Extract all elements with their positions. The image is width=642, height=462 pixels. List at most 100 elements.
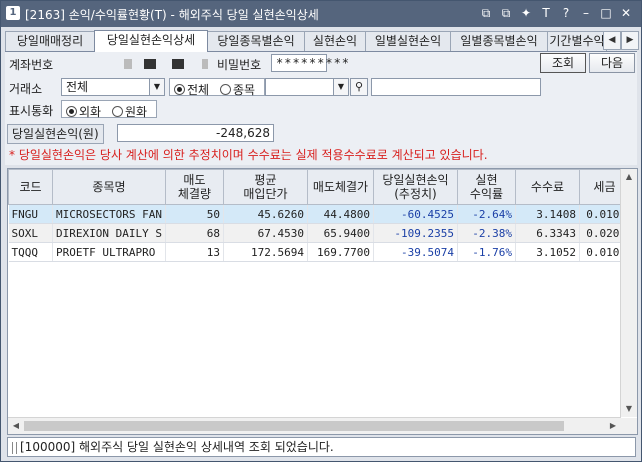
account-label: 계좌번호 — [9, 58, 54, 72]
scope-all-radio[interactable]: 전체 — [174, 81, 209, 98]
chevron-down-icon[interactable]: ▼ — [333, 79, 348, 95]
title-bar[interactable]: 1 [2163] 손익/수익률현황(T) - 해외주식 당일 실현손익상세 ⧉ … — [1, 1, 641, 27]
notice-text: * 당일실현손익은 당사 계산에 의한 추정치이며 수수료는 실제 적용수수료로… — [9, 148, 488, 162]
help-icon[interactable]: ? — [557, 4, 575, 22]
scroll-down-icon[interactable]: ▼ — [621, 401, 637, 417]
col-code[interactable]: 코드 — [8, 169, 53, 205]
window-title: [2163] 손익/수익률현황(T) - 해외주식 당일 실현손익상세 — [25, 8, 319, 22]
today-pnl-value: -248,628 — [117, 124, 274, 142]
exchange-select[interactable]: 전체 ▼ — [61, 78, 165, 96]
tab-daily-realized-detail[interactable]: 당일실현손익상세 — [94, 30, 208, 52]
table-row[interactable]: TQQQ PROETF ULTRAPRO 13 172.5694 169.770… — [8, 242, 630, 262]
cell-return: -1.76% — [457, 242, 516, 262]
tab-daily-symbol-pnl[interactable]: 당일종목별손익 — [207, 31, 305, 51]
cell-fee: 3.1408 — [515, 204, 580, 224]
currency-foreign-label: 외화 — [79, 105, 102, 119]
cell-name: MICROSECTORS FAN — [52, 204, 166, 224]
cell-sell-qty: 68 — [165, 223, 224, 243]
symbol-select[interactable]: ▼ — [265, 78, 349, 96]
tab-period-return[interactable]: 기간별수익 — [547, 31, 607, 51]
tab-daily-symbol-realized[interactable]: 일별종목별손익 — [450, 31, 548, 51]
password-field[interactable]: ********* — [271, 54, 349, 72]
tab-scroll-right-icon[interactable]: ▶ — [621, 31, 639, 50]
col-return[interactable]: 실현 수익률 — [456, 169, 516, 205]
cell-name: PROETF ULTRAPRO — [52, 242, 166, 262]
vertical-scrollbar[interactable]: ▲ ▼ — [620, 169, 637, 417]
query-button[interactable]: 조회 — [540, 53, 586, 73]
close-icon[interactable]: ✕ — [617, 4, 635, 22]
status-bar: [100000] 해외주식 당일 실현손익 상세내역 조회 되었습니다. — [7, 437, 636, 457]
horizontal-scrollbar[interactable]: ◀ ▶ — [8, 417, 621, 434]
status-message: [100000] 해외주식 당일 실현손익 상세내역 조회 되었습니다. — [20, 440, 334, 454]
cell-code: SOXL — [8, 223, 53, 243]
cell-sell-qty: 50 — [165, 204, 224, 224]
cell-sell-price: 44.4800 — [307, 204, 374, 224]
cell-realized-pnl: -109.2355 — [373, 223, 458, 243]
password-label: 비밀번호 — [217, 58, 262, 72]
radio-checked-icon — [66, 106, 77, 117]
scope-symbol-radio[interactable]: 종목 — [220, 81, 255, 98]
chevron-down-icon[interactable]: ▼ — [149, 79, 164, 95]
currency-radio-group: 외화 원화 — [61, 100, 157, 120]
cell-name: DIREXION DAILY S — [52, 223, 166, 243]
tab-scroll-left-icon[interactable]: ◀ — [603, 31, 621, 50]
col-fee[interactable]: 수수료 — [514, 169, 580, 205]
radio-unchecked-icon — [112, 106, 123, 117]
minimize-icon[interactable]: – — [577, 4, 595, 22]
scrollbar-corner — [621, 418, 637, 434]
copy-window-icon[interactable]: ⧉ — [497, 4, 515, 22]
col-avg-price[interactable]: 평균 매입단가 — [222, 169, 308, 205]
scope-all-label: 전체 — [187, 83, 210, 97]
horizontal-scroll-thumb[interactable] — [24, 421, 564, 431]
scroll-up-icon[interactable]: ▲ — [621, 169, 637, 185]
cell-code: FNGU — [8, 204, 53, 224]
scroll-left-icon[interactable]: ◀ — [8, 418, 24, 434]
today-pnl-label: 당일실현손익(원) — [7, 124, 104, 144]
cell-avg-price: 172.5694 — [223, 242, 308, 262]
col-realized-pnl[interactable]: 당일실현손익 (추정치) — [372, 169, 458, 205]
font-size-icon[interactable]: T — [537, 4, 555, 22]
pnl-table: 코드 종목명 매도 체결량 평균 매입단가 매도체결가 당일실현손익 (추정치)… — [8, 169, 630, 262]
cell-sell-price: 169.7700 — [307, 242, 374, 262]
cell-realized-pnl: -60.4525 — [373, 204, 458, 224]
query-panel: 계좌번호 비밀번호 ********* 조회 다음 거래소 전체 ▼ 전체 종목 — [5, 51, 637, 165]
col-name[interactable]: 종목명 — [52, 169, 166, 205]
cell-sell-price: 65.9400 — [307, 223, 374, 243]
exchange-label: 거래소 — [9, 82, 43, 96]
cell-fee: 3.1052 — [515, 242, 580, 262]
scope-symbol-label: 종목 — [233, 83, 256, 97]
link-window-icon[interactable]: ⧉ — [477, 4, 495, 22]
radio-checked-icon — [174, 84, 185, 95]
cell-return: -2.64% — [457, 204, 516, 224]
tab-daily-realized-pnl[interactable]: 일별실현손익 — [365, 31, 451, 51]
tab-bar: 당일매매정리 당일실현손익상세 당일종목별손익 실현손익 일별실현손익 일별종목… — [5, 30, 639, 52]
currency-label: 표시통화 — [9, 104, 54, 118]
next-button[interactable]: 다음 — [589, 53, 635, 73]
tab-daily-trade-summary[interactable]: 당일매매정리 — [5, 31, 95, 51]
symbol-name-field[interactable] — [371, 78, 541, 96]
tab-realized-pnl[interactable]: 실현손익 — [304, 31, 366, 51]
col-sell-qty[interactable]: 매도 체결량 — [164, 169, 224, 205]
cell-return: -2.38% — [457, 223, 516, 243]
currency-won-radio[interactable]: 원화 — [112, 103, 147, 120]
window-badge: 1 — [6, 6, 20, 20]
maximize-icon[interactable]: □ — [597, 4, 615, 22]
scroll-right-icon[interactable]: ▶ — [605, 418, 621, 434]
table-row[interactable]: SOXL DIREXION DAILY S 68 67.4530 65.9400… — [8, 223, 630, 243]
currency-foreign-radio[interactable]: 외화 — [66, 103, 101, 120]
cell-code: TQQQ — [8, 242, 53, 262]
grip-icon — [12, 441, 17, 454]
scope-radio-group: 전체 종목 — [169, 78, 265, 98]
account-field[interactable] — [61, 54, 211, 72]
currency-won-label: 원화 — [125, 105, 148, 119]
col-sell-price[interactable]: 매도체결가 — [306, 169, 374, 205]
search-icon[interactable]: ⚲ — [350, 78, 368, 96]
radio-unchecked-icon — [220, 84, 231, 95]
pnl-detail-grid: 코드 종목명 매도 체결량 평균 매입단가 매도체결가 당일실현손익 (추정치)… — [7, 168, 638, 435]
cell-sell-qty: 13 — [165, 242, 224, 262]
table-header-row: 코드 종목명 매도 체결량 평균 매입단가 매도체결가 당일실현손익 (추정치)… — [8, 169, 630, 205]
pin-icon[interactable]: ✦ — [517, 4, 535, 22]
main-window: 1 [2163] 손익/수익률현황(T) - 해외주식 당일 실현손익상세 ⧉ … — [0, 0, 642, 462]
table-row[interactable]: FNGU MICROSECTORS FAN 50 45.6260 44.4800… — [8, 204, 630, 224]
cell-fee: 6.3343 — [515, 223, 580, 243]
